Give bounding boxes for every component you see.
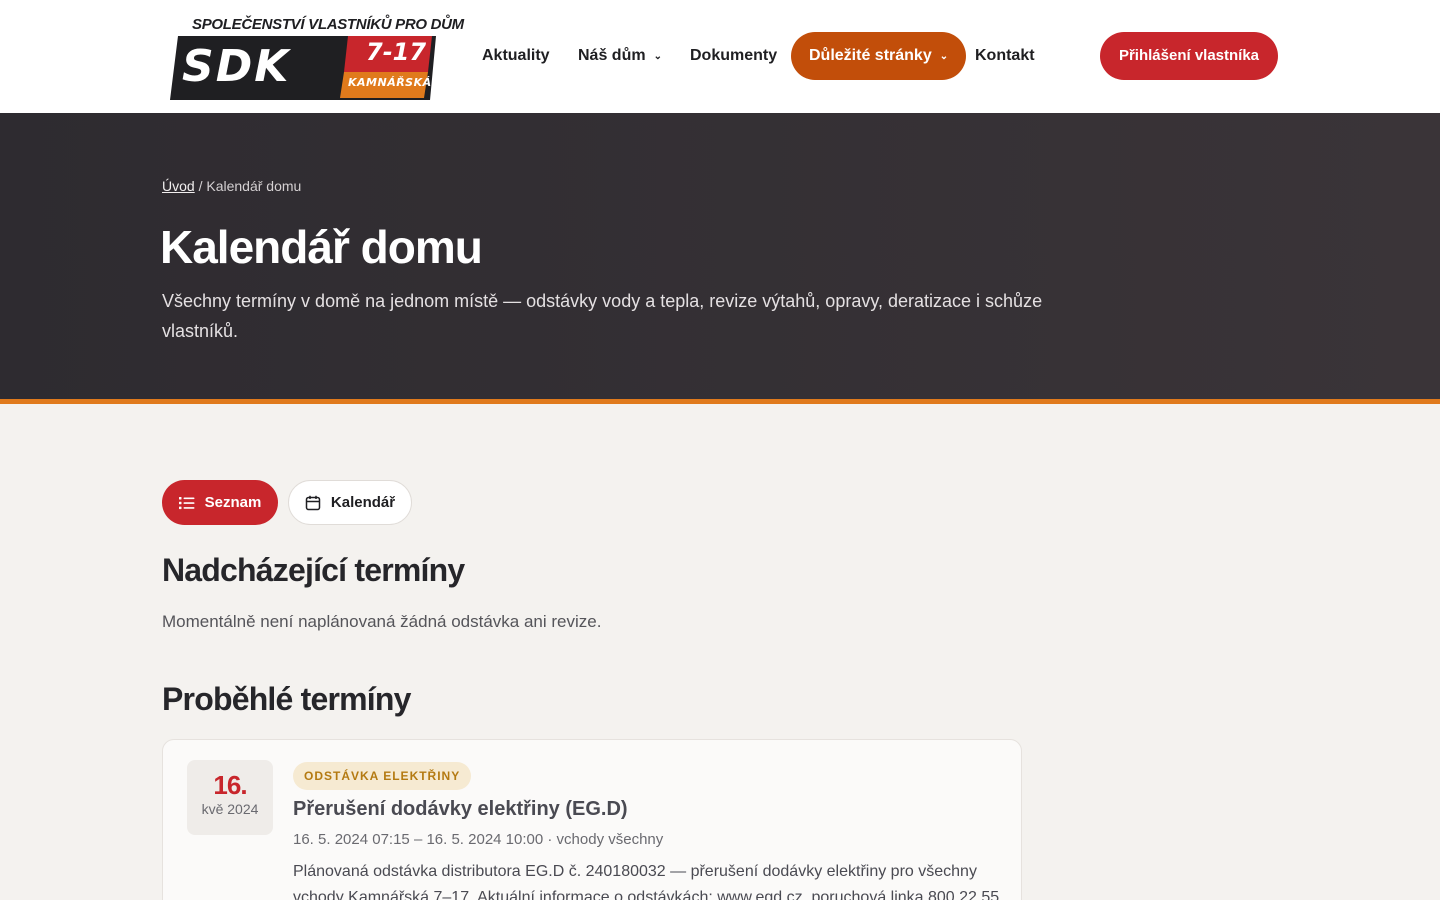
nav-label: Kontakt [975, 47, 1035, 64]
view-calendar-button[interactable]: Kalendář [288, 480, 412, 525]
nav-item-kontakt[interactable]: Kontakt [975, 32, 1035, 80]
event-description: Plánovaná odstávka distributora EG.D č. … [293, 863, 1000, 900]
logo-top-text: SPOLEČENSTVÍ VLASTNÍKŮ PRO DŮM [192, 16, 464, 33]
logo-street: KAMNÁŘSKÁ [348, 76, 432, 89]
list-icon [178, 496, 195, 509]
site-logo[interactable]: SPOLEČENSTVÍ VLASTNÍKŮ PRO DŮM SDK 7-17 … [168, 12, 464, 102]
logo-brand: SDK [182, 41, 291, 92]
event-category-badge: ODSTÁVKA ELEKTŘINY [293, 762, 472, 790]
upcoming-empty-text: Momentálně není naplánovaná žádná odstáv… [162, 612, 602, 631]
breadcrumb-current: Kalendář domu [206, 178, 302, 194]
event-card[interactable]: 16. kvě 2024 ODSTÁVKA ELEKTŘINY Přerušen… [162, 739, 1022, 900]
nav-item-nas-dum[interactable]: Náš dům ⌄ [578, 32, 662, 80]
logo-numbers: 7-17 [366, 38, 427, 66]
site-header: SPOLEČENSTVÍ VLASTNÍKŮ PRO DŮM SDK 7-17 … [0, 0, 1440, 113]
hero-accent-stripe [0, 399, 1440, 404]
page-title: Kalendář domu [160, 221, 483, 273]
event-month-year: kvě 2024 [201, 801, 259, 817]
nav-label: Náš dům [578, 47, 646, 64]
nav-label: Důležité stránky [809, 47, 932, 64]
event-date-box: 16. kvě 2024 [187, 760, 273, 835]
upcoming-section-title: Nadcházející termíny [162, 552, 465, 588]
event-title[interactable]: Přerušení dodávky elektřiny (EG.D) [293, 798, 628, 821]
nav-item-dokumenty[interactable]: Dokumenty [690, 32, 777, 80]
breadcrumb: Úvod / Kalendář domu [162, 178, 301, 194]
chevron-down-icon: ⌄ [939, 51, 949, 62]
nav-label: Aktuality [482, 47, 550, 64]
event-meta: 16. 5. 2024 07:15 – 16. 5. 2024 10:00 · … [293, 831, 664, 848]
calendar-icon [305, 495, 321, 510]
view-list-label: Seznam [204, 494, 262, 511]
nav-item-aktuality[interactable]: Aktuality [482, 32, 550, 80]
owner-login-button[interactable]: Přihlášení vlastníka [1100, 32, 1278, 80]
page-subtitle: Všechny termíny v domě na jednom místě —… [162, 291, 1043, 341]
breadcrumb-home-link[interactable]: Úvod [162, 178, 195, 194]
past-section-title: Proběhlé termíny [162, 681, 411, 717]
breadcrumb-separator: / [198, 178, 203, 194]
view-calendar-label: Kalendář [330, 494, 396, 511]
nav-label: Dokumenty [690, 47, 778, 64]
chevron-down-icon: ⌄ [653, 51, 662, 62]
nav-item-dulezite-stranky[interactable]: Důležité stránky ⌄ [791, 32, 967, 80]
event-day: 16. [213, 770, 247, 800]
view-list-button[interactable]: Seznam [162, 480, 278, 525]
